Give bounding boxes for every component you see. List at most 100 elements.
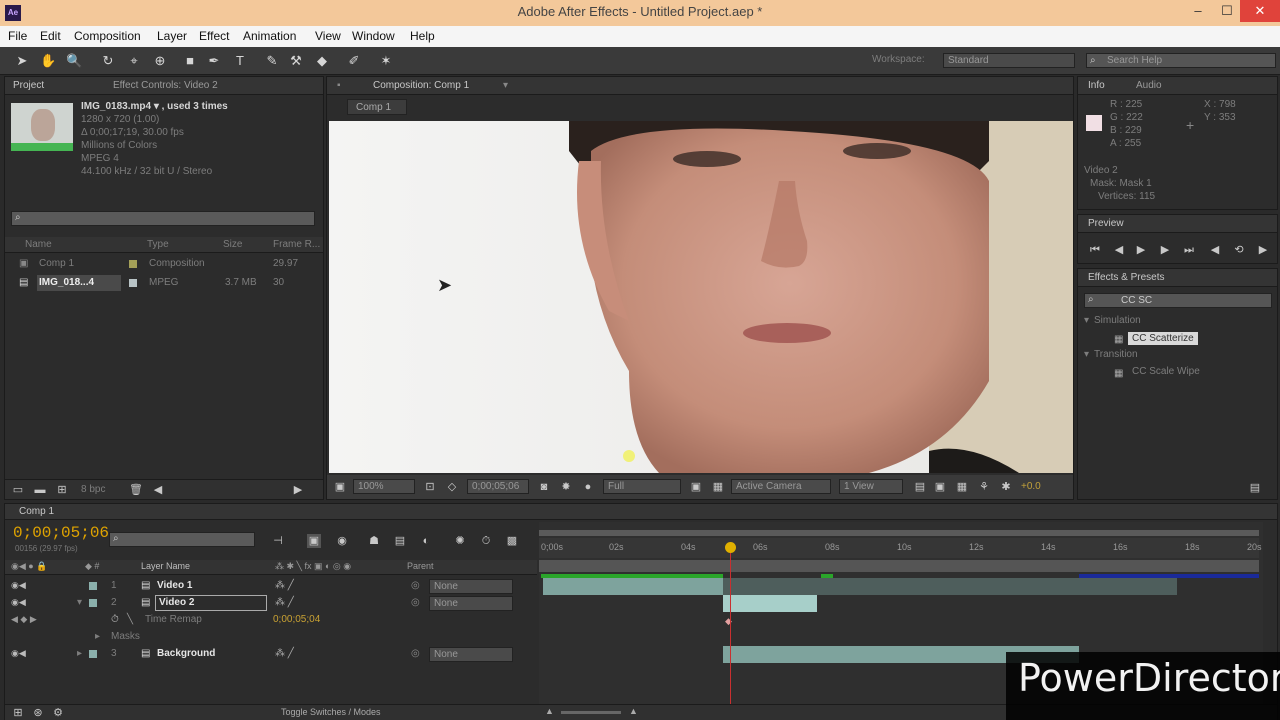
time-remap-value[interactable]: 0;00;05;04 xyxy=(273,614,320,625)
pick-whip-icon[interactable]: ◎ xyxy=(411,580,420,591)
scroll-right-icon[interactable]: ▶ xyxy=(291,483,305,497)
pick-whip-icon[interactable]: ◎ xyxy=(411,648,420,659)
brush-tool-icon[interactable]: ✎ xyxy=(264,53,280,69)
safe-zones-icon[interactable]: ⊡ xyxy=(423,480,437,494)
graph-editor-icon[interactable]: ▩ xyxy=(505,534,519,548)
live-update-icon[interactable]: ▣ xyxy=(307,534,321,548)
puppet-tool-icon[interactable]: ✶ xyxy=(378,53,394,69)
effect-group-transition[interactable]: Transition xyxy=(1094,349,1138,360)
column-size[interactable]: Size xyxy=(223,239,242,250)
ram-preview-icon[interactable]: ▶ xyxy=(1256,243,1270,257)
in-out-icon[interactable]: ⚙ xyxy=(51,706,65,720)
column-name[interactable]: Name xyxy=(25,239,52,250)
tab-effects-presets[interactable]: Effects & Presets xyxy=(1088,272,1165,283)
region-of-interest-icon[interactable]: ▣ xyxy=(689,480,703,494)
camera-select[interactable]: Active Camera xyxy=(731,479,831,494)
effect-group-simulation[interactable]: Simulation xyxy=(1094,315,1141,326)
exposure-value[interactable]: +0.0 xyxy=(1021,481,1041,492)
label-color-swatch[interactable] xyxy=(129,279,137,287)
interpret-footage-icon[interactable]: ▭ xyxy=(11,483,25,497)
switch-icons[interactable]: ⁂ ╱ xyxy=(275,597,294,608)
label-color-swatch[interactable] xyxy=(89,582,97,590)
minimize-button[interactable]: – xyxy=(1183,0,1213,22)
timeline-search-input[interactable] xyxy=(109,532,255,547)
maximize-button[interactable]: ☐ xyxy=(1212,0,1242,22)
zoom-tool-icon[interactable]: 🔍 xyxy=(66,53,82,69)
tab-comp-1[interactable]: Comp 1 xyxy=(19,506,54,517)
label-color-swatch[interactable] xyxy=(129,260,137,268)
selection-tool-icon[interactable]: ➤ xyxy=(14,53,30,69)
label-color-swatch[interactable] xyxy=(89,599,97,607)
clone-stamp-tool-icon[interactable]: ⚒ xyxy=(288,53,304,69)
column-layer-name[interactable]: Layer Name xyxy=(141,561,190,571)
camera-tool-icon[interactable]: ⌖ xyxy=(126,53,142,69)
show-snapshot-icon[interactable]: ✸ xyxy=(559,480,573,494)
menu-file[interactable]: File xyxy=(8,29,27,43)
close-button[interactable]: ✕ xyxy=(1240,0,1280,22)
menu-view[interactable]: View xyxy=(315,29,341,43)
work-area-bar[interactable] xyxy=(539,560,1259,572)
transparency-grid-icon[interactable]: ▦ xyxy=(711,480,725,494)
magnification-select[interactable]: 100% xyxy=(353,479,415,494)
new-preset-icon[interactable]: ▤ xyxy=(1248,481,1262,495)
layer-bar-video-1[interactable] xyxy=(543,578,1177,595)
pen-tool-icon[interactable]: ✒ xyxy=(206,53,222,69)
composition-mini-flowchart-icon[interactable]: ⊣ xyxy=(271,534,285,548)
layer-row[interactable]: ◉◀ 1 ▤ Video 1 ⁂ ╱ ◎ None xyxy=(5,578,537,595)
column-frame-rate[interactable]: Frame R... xyxy=(273,239,320,250)
project-item-row[interactable]: ▤ IMG_018...4 MPEG 3.7 MB 30 xyxy=(5,274,323,292)
tab-audio[interactable]: Audio xyxy=(1136,80,1162,91)
snapshot-camera-icon[interactable]: ◙ xyxy=(537,480,551,494)
expand-triangle-icon[interactable]: ▸ xyxy=(77,648,82,659)
column-type[interactable]: Type xyxy=(147,239,169,250)
bit-depth-label[interactable]: 8 bpc xyxy=(81,484,105,495)
type-tool-icon[interactable]: T xyxy=(232,53,248,69)
keyframe-navigator-icon[interactable]: ◀ ◆ ▶ xyxy=(11,614,37,625)
switch-icons[interactable]: ⁂ ╱ xyxy=(275,648,294,659)
project-search-input[interactable] xyxy=(11,211,315,226)
flowchart-icon[interactable]: ⚘ xyxy=(977,480,991,494)
timeline-zoom-slider[interactable] xyxy=(561,711,621,714)
transfer-controls-icon[interactable]: ⊛ xyxy=(31,706,45,720)
video-eye-icon[interactable]: ◉◀ xyxy=(11,648,26,659)
rectangle-tool-icon[interactable]: ■ xyxy=(182,53,198,69)
hide-shy-layers-icon[interactable]: ☗ xyxy=(367,534,381,548)
menu-composition[interactable]: Composition xyxy=(74,29,141,43)
motion-blur-icon[interactable]: ◐ xyxy=(419,534,433,548)
menu-window[interactable]: Window xyxy=(352,29,395,43)
tab-preview[interactable]: Preview xyxy=(1088,218,1124,229)
menu-animation[interactable]: Animation xyxy=(243,29,296,43)
audio-icon[interactable]: ◀ xyxy=(1208,243,1222,257)
video-eye-icon[interactable]: ◉◀ xyxy=(11,580,26,591)
rotate-tool-icon[interactable]: ↻ xyxy=(100,53,116,69)
switch-icons[interactable]: ⁂ ╱ xyxy=(275,580,294,591)
stopwatch-icon[interactable]: ⏱ xyxy=(111,614,119,625)
frame-blending-icon[interactable]: ▤ xyxy=(393,534,407,548)
zoom-in-icon[interactable]: ▲ xyxy=(629,706,638,716)
new-folder-icon[interactable]: ▬ xyxy=(33,483,47,497)
tab-composition[interactable]: Composition: Comp 1 xyxy=(373,80,469,91)
exposure-reset-icon[interactable]: ✱ xyxy=(999,480,1013,494)
pan-behind-tool-icon[interactable]: ⊕ xyxy=(152,53,168,69)
pixel-aspect-icon[interactable]: ▤ xyxy=(913,480,927,494)
timeline-current-time[interactable]: 0;00;05;06 xyxy=(13,524,109,542)
eraser-tool-icon[interactable]: ◆ xyxy=(314,53,330,69)
layer-name[interactable]: Background xyxy=(157,648,215,659)
expand-triangle-icon[interactable]: ▾ xyxy=(1084,349,1089,360)
tab-menu-arrow-icon[interactable]: ▾ xyxy=(503,80,508,91)
effects-search-input[interactable]: CC SC xyxy=(1084,293,1272,308)
tab-info[interactable]: Info xyxy=(1088,80,1105,91)
project-item-row[interactable]: ▣ Comp 1 Composition 29.97 xyxy=(5,255,323,273)
loop-icon[interactable]: ⟲ xyxy=(1232,243,1246,257)
workspace-select[interactable]: Standard xyxy=(943,53,1075,68)
previous-frame-icon[interactable]: ◀ xyxy=(1112,243,1126,257)
search-help-input[interactable]: Search Help xyxy=(1086,53,1276,68)
label-color-swatch[interactable] xyxy=(89,650,97,658)
comp-navigator-tab[interactable]: Comp 1 xyxy=(347,99,407,115)
layer-row[interactable]: ◉◀ ▸ 3 ▤ Background ⁂ ╱ ◎ None xyxy=(5,646,537,663)
first-frame-icon[interactable]: ⏮ xyxy=(1088,243,1102,257)
brainstorm-icon[interactable]: ✺ xyxy=(453,534,467,548)
expand-triangle-icon[interactable]: ▸ xyxy=(95,631,100,642)
hand-tool-icon[interactable]: ✋ xyxy=(40,53,56,69)
last-frame-icon[interactable]: ⏭ xyxy=(1182,243,1196,257)
